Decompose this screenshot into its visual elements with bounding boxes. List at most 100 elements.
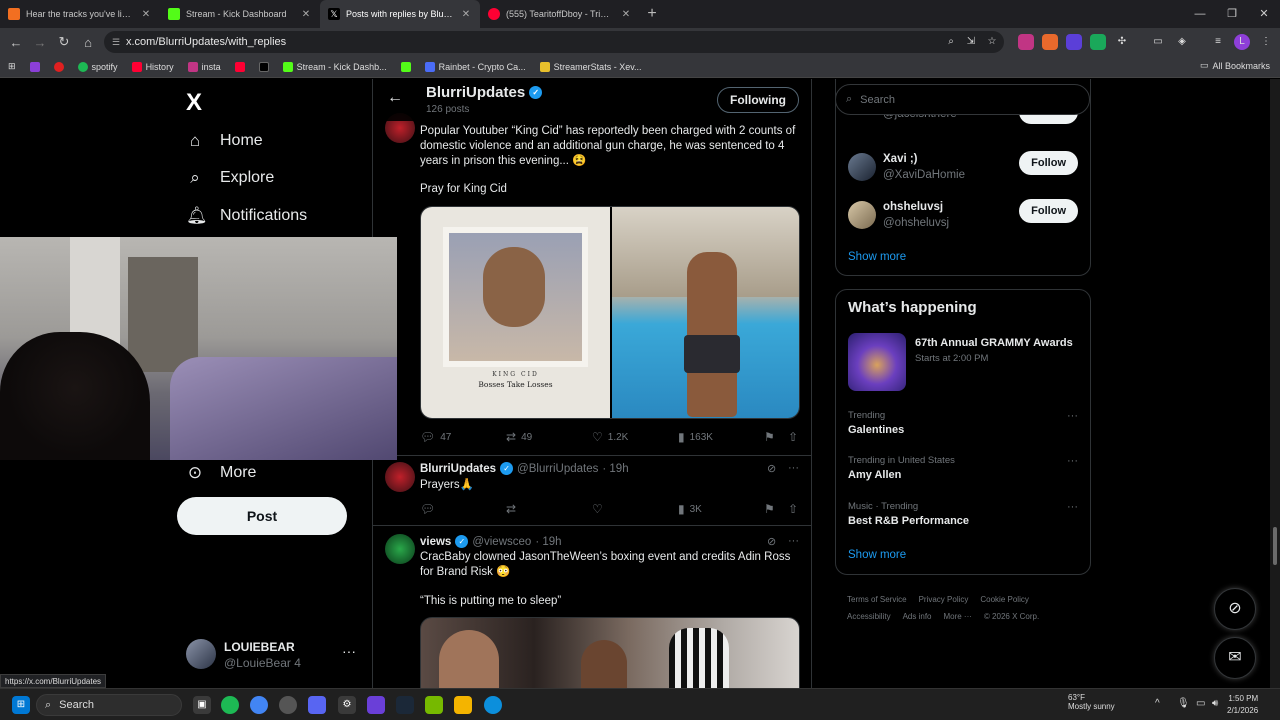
bookmark-history[interactable]: History [131, 61, 174, 72]
chrome-icon[interactable] [250, 696, 268, 714]
browser-tab-active[interactable]: 𝕏 Posts with replies by BlurriUpda ✕ [320, 0, 480, 28]
app-icon[interactable] [367, 696, 385, 714]
obs-icon[interactable] [279, 696, 297, 714]
volume-icon[interactable]: 🔊︎ [1212, 698, 1218, 709]
trend-item[interactable]: Trending Galentines ··· [848, 410, 1078, 436]
kebab-menu-icon[interactable]: ⋮ [1258, 34, 1274, 50]
more-dots-icon[interactable]: ··· [342, 643, 356, 659]
tweet-time[interactable]: · 19h [602, 463, 628, 475]
who-to-follow-item[interactable]: ohsheluvsj @ohsheluvsj Follow [848, 199, 1078, 239]
tweet-media[interactable]: KING CID Bosses Take Losses [420, 206, 800, 419]
tweet-time[interactable]: · 19h [535, 536, 561, 548]
menu-list-icon[interactable]: ≡ [1210, 34, 1226, 50]
bookmark-item[interactable] [234, 61, 245, 72]
reply-button[interactable]: 💬︎ [420, 502, 435, 516]
following-button[interactable]: Following [717, 87, 799, 113]
nav-explore[interactable]: ⌕ Explore [186, 168, 274, 188]
nav-home[interactable]: ⌂ Home [186, 131, 263, 151]
footer-link[interactable]: Ads info [903, 612, 932, 621]
bookmark-item[interactable] [258, 61, 269, 72]
bookmark-button[interactable]: ⚑ [764, 430, 775, 444]
messages-icon[interactable]: ✉ [1214, 637, 1256, 679]
views-button[interactable]: ▮ 163K [678, 430, 713, 444]
bookmark-streamerstats[interactable]: StreamerStats - Xev... [539, 61, 642, 72]
event-title[interactable]: 67th Annual GRAMMY Awards [915, 337, 1073, 349]
grok-icon[interactable]: ⊘ [767, 462, 776, 475]
bookmark-item[interactable] [53, 61, 64, 72]
who-to-follow-item[interactable]: Xavi ;) @XaviDaHomie Follow [848, 151, 1078, 191]
close-icon[interactable]: ✕ [300, 9, 312, 20]
footer-link[interactable]: Cookie Policy [980, 595, 1028, 604]
footer-link[interactable]: Privacy Policy [919, 595, 969, 604]
browser-tab[interactable]: Stream - Kick Dashboard ✕ [160, 0, 320, 28]
bookmark-rainbet[interactable]: Rainbet - Crypto Ca... [424, 61, 526, 72]
spotify-icon[interactable] [221, 696, 239, 714]
browser-tab[interactable]: Hear the tracks you've liked: on ✕ [0, 0, 160, 28]
repost-button[interactable]: ⇄ 49 [506, 430, 532, 444]
post-button[interactable]: Post [177, 497, 347, 535]
tweet-media[interactable] [420, 617, 800, 688]
close-window-icon[interactable]: ✕ [1248, 0, 1280, 28]
weather-widget[interactable]: 63°F Mostly sunny [1048, 693, 1115, 711]
minimize-icon[interactable]: — [1184, 0, 1216, 28]
extension-icon[interactable] [1090, 34, 1106, 50]
author-handle[interactable]: @viewsceo [472, 536, 531, 548]
nav-more[interactable]: ⊙ More [186, 463, 257, 483]
browser-tab[interactable]: (555) TearitoffDboy - Trials and ✕ [480, 0, 640, 28]
more-dots-icon[interactable]: ··· [1067, 501, 1078, 513]
grammy-event-image[interactable] [848, 333, 906, 391]
settings-icon[interactable]: ⚙ [338, 696, 356, 714]
install-icon[interactable]: ⇲ [963, 34, 979, 50]
profile-extension-icon[interactable]: ◈ [1174, 34, 1190, 50]
restore-icon[interactable]: ❐ [1216, 0, 1248, 28]
scrollbar-thumb[interactable] [1273, 527, 1277, 565]
bookmark-star-icon[interactable]: ☆ [984, 34, 1000, 50]
extensions-puzzle-icon[interactable]: ✣ [1114, 34, 1130, 50]
forward-icon[interactable]: → [28, 35, 52, 50]
windows-start-icon[interactable]: ⊞ [12, 696, 30, 714]
search-input[interactable]: ⌕ Search [835, 84, 1090, 115]
mic-icon[interactable]: 🎙︎ [1177, 698, 1190, 709]
more-dots-icon[interactable]: ··· [788, 462, 799, 474]
taskbar-search[interactable]: ⌕ Search [36, 694, 182, 716]
discord-icon[interactable] [308, 696, 326, 714]
taskbar-clock[interactable]: 1:50 PM 2/1/2026 [1227, 693, 1258, 717]
sidebar-icon[interactable]: ▭ [1150, 34, 1166, 50]
extension-icon[interactable] [1018, 34, 1034, 50]
nav-notifications[interactable]: 🔔︎ Notifications [186, 206, 307, 226]
bookmark-item[interactable] [400, 61, 411, 72]
footer-link[interactable]: Terms of Service [847, 595, 907, 604]
back-arrow-icon[interactable]: ← [387, 89, 403, 107]
author-name[interactable]: BlurriUpdates [420, 463, 496, 475]
home-icon[interactable]: ⌂ [76, 35, 100, 50]
repost-button[interactable]: ⇄ [506, 502, 516, 516]
extension-icon[interactable] [1042, 34, 1058, 50]
apps-icon[interactable]: ⊞ [8, 61, 16, 72]
avatar[interactable] [385, 534, 415, 564]
grok-fab-icon[interactable]: ⊘ [1214, 588, 1256, 630]
extension-icon[interactable] [1066, 34, 1082, 50]
avatar[interactable] [385, 462, 415, 492]
share-button[interactable]: ⇧ [788, 430, 798, 444]
follow-button[interactable]: Follow [1019, 151, 1078, 175]
new-tab-icon[interactable]: + [640, 5, 664, 23]
all-bookmarks[interactable]: ▭ All Bookmarks [1200, 60, 1270, 71]
author-handle[interactable]: @BlurriUpdates [517, 463, 598, 475]
footer-link[interactable]: Accessibility [847, 612, 891, 621]
trend-item[interactable]: Music · Trending Best R&B Performance ··… [848, 501, 1078, 527]
follow-button[interactable]: Follow [1019, 199, 1078, 223]
bookmark-spotify[interactable]: spotify [77, 61, 118, 72]
bookmark-insta[interactable]: insta [187, 61, 221, 72]
steam-icon[interactable] [396, 696, 414, 714]
back-icon[interactable]: ← [4, 35, 28, 50]
network-icon[interactable]: ▭ [1196, 698, 1205, 709]
bookmark-item[interactable] [29, 61, 40, 72]
show-more-link[interactable]: Show more [848, 251, 906, 263]
nvidia-icon[interactable] [425, 696, 443, 714]
bookmark-button[interactable]: ⚑ [764, 502, 775, 516]
like-button[interactable]: ♡ 1.2K [592, 430, 628, 444]
like-button[interactable]: ♡ [592, 502, 603, 516]
close-icon[interactable]: ✕ [620, 9, 632, 20]
scrollbar[interactable] [1270, 79, 1280, 688]
show-more-link[interactable]: Show more [848, 549, 906, 561]
